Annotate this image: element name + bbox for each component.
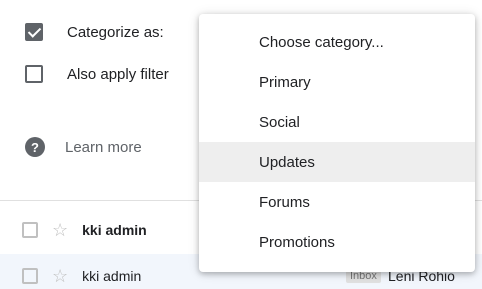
also-apply-checkbox[interactable] <box>25 65 43 83</box>
categorize-label: Categorize as: <box>67 23 164 41</box>
categorize-option[interactable]: Categorize as: <box>25 23 164 41</box>
star-outline-icon[interactable]: ☆ <box>52 221 68 239</box>
categorize-checkbox[interactable] <box>25 23 43 41</box>
also-apply-label: Also apply filter <box>67 65 169 83</box>
menu-item-primary[interactable]: Primary <box>199 62 475 102</box>
learn-more-row[interactable]: ? Learn more <box>25 137 142 157</box>
also-apply-option[interactable]: Also apply filter <box>25 65 169 83</box>
menu-item-social[interactable]: Social <box>199 102 475 142</box>
row-checkbox[interactable] <box>22 222 38 238</box>
row-checkbox[interactable] <box>22 268 38 284</box>
sender-name: kki admin <box>82 222 147 238</box>
menu-item-updates[interactable]: Updates <box>199 142 475 182</box>
menu-item-choose-category[interactable]: Choose category... <box>199 22 475 62</box>
sender-name: kki admin <box>82 268 142 284</box>
menu-item-promotions[interactable]: Promotions <box>199 222 475 262</box>
star-outline-icon[interactable]: ☆ <box>52 267 68 285</box>
menu-item-forums[interactable]: Forums <box>199 182 475 222</box>
category-dropdown-menu: Choose category... Primary Social Update… <box>199 14 475 272</box>
question-circle-icon: ? <box>25 137 45 157</box>
learn-more-link[interactable]: Learn more <box>65 139 142 156</box>
